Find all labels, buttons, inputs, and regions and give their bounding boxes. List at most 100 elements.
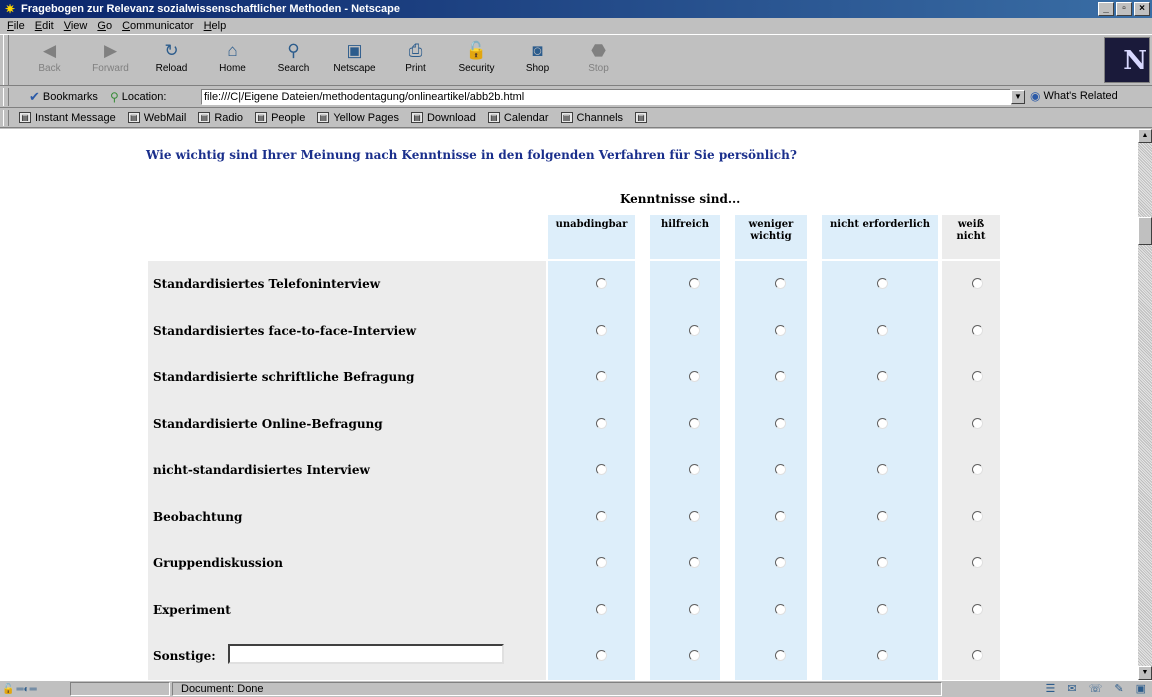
rating-radio-3[interactable] (775, 417, 786, 429)
menu-go[interactable]: Go (92, 20, 117, 32)
security-button[interactable]: 🔓 Security (446, 41, 507, 83)
rating-radio-2[interactable] (689, 417, 700, 429)
personal-item-radio[interactable]: ▤ Radio (198, 112, 243, 124)
rating-radio-3[interactable] (775, 557, 786, 568)
composer-icon[interactable]: ✎ (1114, 682, 1123, 695)
print-button[interactable]: ⎙ Print (385, 41, 446, 83)
rating-radio-1[interactable] (596, 603, 607, 615)
rating-radio-5[interactable] (972, 324, 983, 336)
close-button[interactable]: × (1134, 2, 1150, 16)
vertical-scrollbar[interactable]: ▲ ▼ (1138, 129, 1152, 680)
rating-cell (650, 261, 720, 308)
rating-radio-1[interactable] (596, 510, 607, 522)
rating-radio-4[interactable] (877, 417, 888, 429)
url-input[interactable]: file:///C|/Eigene Dateien/methodentagung… (201, 89, 1011, 105)
rating-radio-2[interactable] (689, 278, 700, 289)
rating-radio-3[interactable] (775, 650, 786, 661)
rating-radio-4[interactable] (877, 464, 888, 475)
menu-view[interactable]: View (59, 20, 93, 32)
search-button[interactable]: ⚲ Search (263, 41, 324, 83)
rating-radio-2[interactable] (689, 464, 700, 475)
rating-radio-4[interactable] (877, 603, 888, 615)
rating-radio-3[interactable] (775, 464, 786, 475)
rating-radio-4[interactable] (877, 650, 888, 661)
rating-radio-4[interactable] (877, 371, 888, 382)
scroll-down-button[interactable]: ▼ (1138, 666, 1152, 680)
rating-radio-2[interactable] (689, 510, 700, 522)
status-bar: 🔓 ═◐═ Document: Done ☰ ✉ ☏ ✎ ▣ (0, 680, 1152, 697)
netscape-button[interactable]: ▣ Netscape (324, 41, 385, 83)
rating-radio-5[interactable] (972, 278, 983, 289)
reload-button[interactable]: ↻ Reload (141, 41, 202, 83)
rating-radio-3[interactable] (775, 603, 786, 615)
personal-item-channels[interactable]: ▤ Channels (560, 112, 623, 124)
rating-radio-5[interactable] (972, 510, 983, 522)
personal-item-download[interactable]: ▤ Download (410, 112, 476, 124)
whats-related-button[interactable]: ◉ What's Related (1030, 89, 1118, 103)
other-method-input[interactable] (228, 644, 504, 664)
menu-edit[interactable]: Edit (30, 20, 59, 32)
toolbar-grip[interactable] (3, 87, 9, 106)
back-button[interactable]: ◀ Back (19, 41, 80, 83)
home-button[interactable]: ⌂ Home (202, 41, 263, 83)
rating-radio-4[interactable] (877, 557, 888, 568)
rating-radio-3[interactable] (775, 371, 786, 382)
rating-radio-1[interactable] (596, 650, 607, 661)
scroll-up-button[interactable]: ▲ (1138, 129, 1152, 143)
rating-radio-1[interactable] (596, 371, 607, 382)
rating-radio-3[interactable] (775, 510, 786, 522)
rating-radio-4[interactable] (877, 510, 888, 522)
forward-button[interactable]: ▶ Forward (80, 41, 141, 83)
menu-communicator[interactable]: Communicator (117, 20, 199, 32)
rating-radio-5[interactable] (972, 603, 983, 615)
menu-file[interactable]: File (2, 20, 30, 32)
stop-button[interactable]: ⬣ Stop (568, 41, 629, 83)
rating-radio-5[interactable] (972, 417, 983, 429)
personal-item-calendar[interactable]: ▤ Calendar (487, 112, 549, 124)
rating-radio-1[interactable] (596, 557, 607, 568)
rating-radio-3[interactable] (775, 324, 786, 336)
rating-radio-2[interactable] (689, 650, 700, 661)
navigator-icon[interactable]: ☰ (1046, 682, 1056, 695)
discussions-icon[interactable]: ☏ (1089, 682, 1103, 695)
column-header-weniger-wichtig: weniger wichtig (735, 215, 807, 259)
rating-radio-3[interactable] (775, 278, 786, 289)
personal-item-people[interactable]: ▤ People (255, 112, 305, 124)
rating-radio-4[interactable] (877, 324, 888, 336)
mail-icon[interactable]: ✉ (1067, 682, 1076, 695)
aim-icon[interactable]: ▣ (1136, 682, 1146, 695)
personal-item-webmail[interactable]: ▤ WebMail (127, 112, 186, 124)
netscape-logo[interactable]: N (1104, 37, 1150, 83)
menu-help[interactable]: Help (199, 20, 232, 32)
rating-radio-5[interactable] (972, 464, 983, 475)
personal-item-bookmark-folder[interactable]: ▤ (635, 112, 651, 124)
minimize-button[interactable]: _ (1098, 2, 1114, 16)
bookmark-page-icon: ▤ (127, 112, 140, 123)
rating-radio-2[interactable] (689, 371, 700, 382)
rating-radio-2[interactable] (689, 324, 700, 336)
rating-radio-1[interactable] (596, 417, 607, 429)
rating-radio-5[interactable] (972, 371, 983, 382)
rating-radio-1[interactable] (596, 324, 607, 336)
page-proxy-icon[interactable]: ⚲ (110, 90, 119, 104)
rating-radio-2[interactable] (689, 603, 700, 615)
personal-item-yellow-pages[interactable]: ▤ Yellow Pages (317, 112, 399, 124)
rating-radio-5[interactable] (972, 557, 983, 568)
rating-radio-1[interactable] (596, 278, 607, 289)
bookmarks-button[interactable]: ✔ Bookmarks (29, 89, 98, 105)
security-status-icon[interactable]: 🔓 (2, 684, 14, 695)
rating-cell (735, 493, 807, 541)
rating-radio-4[interactable] (877, 278, 888, 289)
url-history-dropdown[interactable]: ▼ (1011, 90, 1025, 104)
shop-button[interactable]: ◙ Shop (507, 41, 568, 83)
rating-radio-1[interactable] (596, 464, 607, 475)
maximize-button[interactable]: ▫ (1116, 2, 1132, 16)
rating-radio-5[interactable] (972, 650, 983, 661)
toolbar-grip[interactable] (3, 109, 9, 126)
personal-item-instant-message[interactable]: ▤ Instant Message (19, 112, 116, 124)
rating-radio-2[interactable] (689, 557, 700, 568)
method-label: Standardisiertes Telefoninterview (153, 277, 381, 291)
print-icon: ⎙ (408, 41, 423, 60)
toolbar-grip[interactable] (3, 35, 9, 85)
scroll-thumb[interactable] (1138, 217, 1152, 245)
